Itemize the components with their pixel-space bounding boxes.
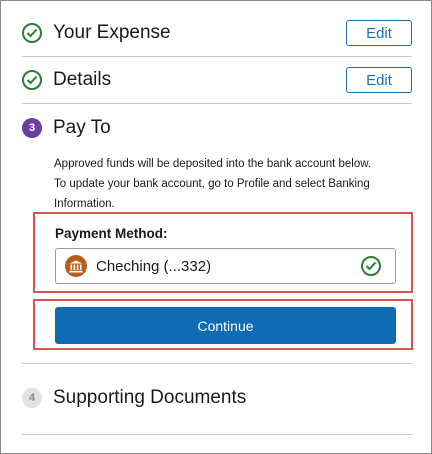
- edit-details-button[interactable]: Edit: [346, 67, 412, 93]
- expense-wizard: Your Expense Edit Details Edit 3 Pay To …: [0, 0, 432, 454]
- payment-method-label: Payment Method:: [55, 226, 168, 241]
- divider: [22, 103, 412, 104]
- step-title: Supporting Documents: [53, 387, 247, 408]
- payment-method-select[interactable]: Cheching (...332): [55, 248, 396, 284]
- step-title: Pay To: [53, 117, 111, 138]
- divider: [22, 434, 412, 435]
- pay-to-info: Approved funds will be deposited into th…: [54, 154, 399, 214]
- info-line: To update your bank account, go to Profi…: [54, 178, 370, 210]
- step-title: Your Expense: [53, 22, 171, 43]
- check-circle-icon: [22, 70, 42, 90]
- step-pay-to: 3 Pay To: [22, 115, 412, 141]
- step-number-badge: 3: [22, 118, 42, 138]
- step-title: Details: [53, 69, 112, 90]
- info-line: Approved funds will be deposited into th…: [54, 158, 372, 170]
- step-details: Details Edit: [22, 67, 412, 93]
- divider: [22, 56, 412, 57]
- bank-icon: [65, 255, 87, 277]
- edit-expense-button[interactable]: Edit: [346, 20, 412, 46]
- step-your-expense: Your Expense Edit: [22, 20, 412, 46]
- step-number-badge: 4: [22, 388, 42, 408]
- check-circle-icon: [361, 256, 381, 276]
- step-supporting-documents: 4 Supporting Documents: [22, 385, 412, 411]
- check-circle-icon: [22, 23, 42, 43]
- payment-method-section: Payment Method: Cheching (...332): [33, 212, 413, 293]
- payment-method-value: Cheching (...332): [96, 257, 212, 275]
- continue-section: Continue: [33, 299, 413, 350]
- divider: [22, 363, 412, 364]
- continue-button[interactable]: Continue: [55, 307, 396, 344]
